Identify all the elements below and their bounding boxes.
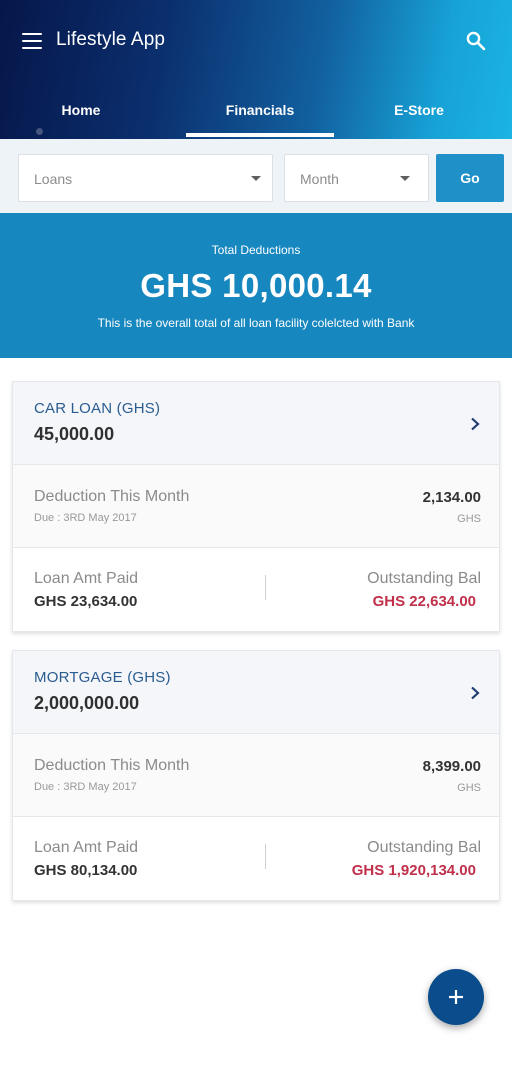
loan-title: CAR LOAN (GHS) <box>34 400 161 417</box>
outstanding-balance-amount: GHS 1,920,134.00 <box>351 862 476 879</box>
deduction-currency: GHS <box>457 513 481 525</box>
month-select[interactable]: Month <box>284 154 429 202</box>
loan-card: MORTGAGE (GHS) 2,000,000.00 Deduction Th… <box>12 650 500 901</box>
loan-paid-amount: GHS 23,634.00 <box>34 593 138 610</box>
loan-title: MORTGAGE (GHS) <box>34 669 171 686</box>
due-date: Due : 3RD May 2017 <box>34 781 137 793</box>
outstanding-balance-amount: GHS 22,634.00 <box>372 593 476 610</box>
dropdown-arrow-icon <box>400 176 410 181</box>
search-icon[interactable] <box>464 29 488 53</box>
app-title: Lifestyle App <box>56 29 166 50</box>
payment-summary-row: Loan Amt Paid GHS 80,134.00 Outstanding … <box>13 817 499 900</box>
chevron-right-icon[interactable] <box>468 417 482 431</box>
deduction-label: Deduction This Month <box>34 488 190 505</box>
hamburger-menu-icon[interactable] <box>22 33 42 49</box>
loan-paid-amount: GHS 80,134.00 <box>34 862 138 879</box>
total-deductions-banner: Total Deductions GHS 10,000.14 This is t… <box>0 213 512 358</box>
tab-financials[interactable]: Financials <box>186 90 334 139</box>
loan-paid-label: Loan Amt Paid <box>34 570 139 587</box>
vertical-divider <box>265 844 266 869</box>
loan-card-header[interactable]: MORTGAGE (GHS) 2,000,000.00 <box>13 651 499 734</box>
tab-home[interactable]: Home <box>0 90 162 139</box>
chevron-right-icon[interactable] <box>468 686 482 700</box>
plus-icon <box>449 990 463 1004</box>
deduction-amount: 8,399.00 <box>422 758 481 775</box>
loan-amount: 2,000,000.00 <box>34 693 140 713</box>
dropdown-arrow-icon <box>251 176 261 181</box>
app-bar: Lifestyle App Home Financials E-Store <box>0 0 512 139</box>
deduction-label: Deduction This Month <box>34 757 190 774</box>
total-deductions-label: Total Deductions <box>211 243 301 257</box>
loan-card: CAR LOAN (GHS) 45,000.00 Deduction This … <box>12 381 500 632</box>
loan-paid-label: Loan Amt Paid <box>34 839 139 856</box>
outstanding-balance-label: Outstanding Bal <box>367 839 481 856</box>
go-button[interactable]: Go <box>436 154 504 202</box>
deduction-amount: 2,134.00 <box>422 489 481 506</box>
total-deductions-amount: GHS 10,000.14 <box>140 267 372 304</box>
tab-ripple-dot <box>36 128 43 135</box>
deduction-row: Deduction This Month Due : 3RD May 2017 … <box>13 734 499 817</box>
vertical-divider <box>265 575 266 600</box>
payment-summary-row: Loan Amt Paid GHS 23,634.00 Outstanding … <box>13 548 499 631</box>
active-tab-indicator <box>186 133 334 137</box>
loan-type-value: Loans <box>34 171 73 187</box>
tab-e-store[interactable]: E-Store <box>334 90 504 139</box>
month-value: Month <box>300 171 339 187</box>
filter-bar: Loans Month Go <box>0 139 512 213</box>
loan-type-select[interactable]: Loans <box>18 154 273 202</box>
loan-amount: 45,000.00 <box>34 424 115 444</box>
tab-bar: Home Financials E-Store <box>0 90 512 139</box>
add-fab-button[interactable] <box>428 969 484 1025</box>
deduction-currency: GHS <box>457 782 481 794</box>
deduction-row: Deduction This Month Due : 3RD May 2017 … <box>13 465 499 548</box>
due-date: Due : 3RD May 2017 <box>34 512 137 524</box>
outstanding-balance-label: Outstanding Bal <box>367 570 481 587</box>
total-deductions-description: This is the overall total of all loan fa… <box>97 316 415 330</box>
loan-card-header[interactable]: CAR LOAN (GHS) 45,000.00 <box>13 382 499 465</box>
